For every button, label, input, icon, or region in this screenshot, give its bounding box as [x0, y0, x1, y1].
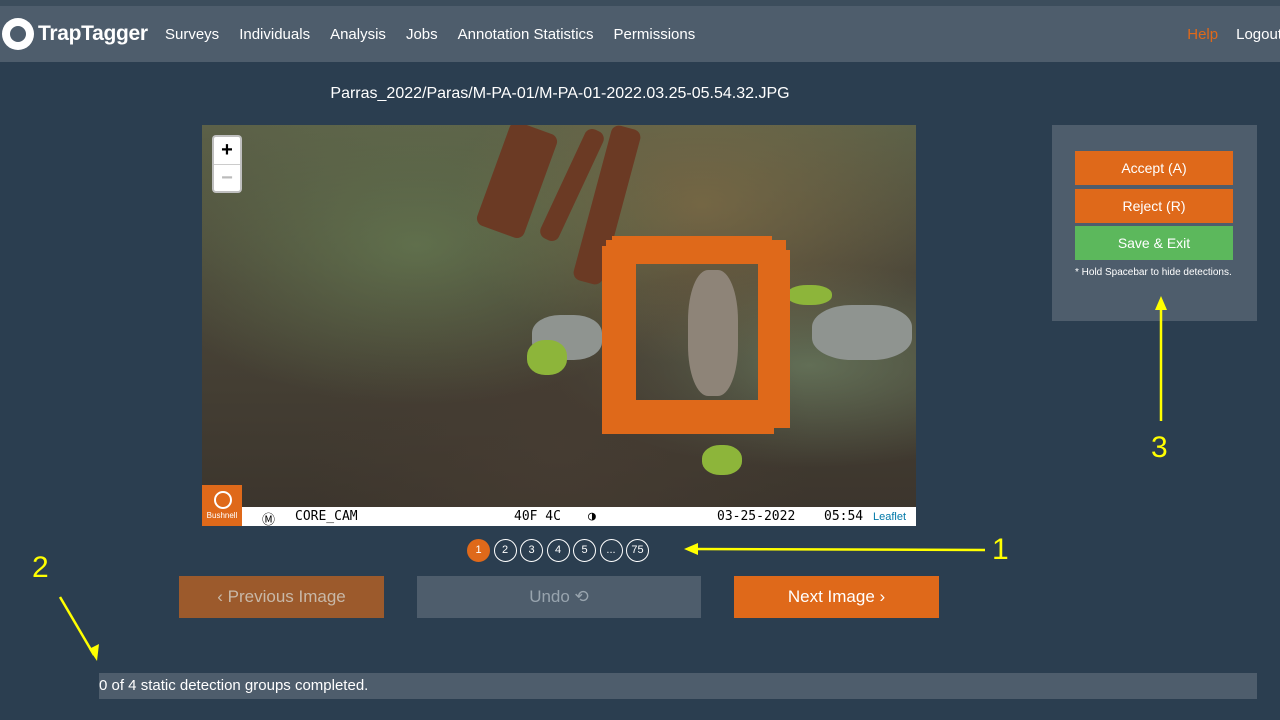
leaflet-attribution[interactable]: Leaflet	[873, 511, 906, 523]
nav-jobs[interactable]: Jobs	[406, 26, 438, 43]
pager-page[interactable]: 3	[520, 539, 543, 562]
bushnell-logo: Bushnell	[202, 485, 242, 526]
nav-links: Surveys Individuals Analysis Jobs Annota…	[165, 26, 715, 43]
brand-name: TrapTagger	[38, 22, 148, 45]
nav-annotation-statistics[interactable]: Annotation Statistics	[458, 26, 594, 43]
nav-help[interactable]: Help	[1187, 26, 1218, 43]
camera-name: CORE_CAM	[295, 509, 358, 524]
nav-right: Help Logout	[1169, 26, 1280, 43]
previous-image-button[interactable]: ‹ Previous Image	[179, 576, 384, 618]
save-exit-button[interactable]: Save & Exit	[1075, 226, 1233, 260]
nav-analysis[interactable]: Analysis	[330, 26, 386, 43]
arrowhead-1	[684, 543, 698, 555]
cluster-pager: 1 2 3 4 5 ... 75	[467, 539, 653, 562]
arrow-1	[689, 547, 986, 552]
pager-ellipsis[interactable]: ...	[599, 539, 623, 562]
zoom-in-button[interactable]: +	[214, 137, 240, 164]
detection-box[interactable]	[606, 240, 786, 414]
brand[interactable]: TrapTagger	[2, 18, 148, 50]
pager-page[interactable]: 75	[626, 539, 649, 562]
arrowhead-2	[89, 644, 99, 661]
action-panel: Accept (A) Reject (R) Save & Exit * Hold…	[1052, 125, 1257, 321]
camera-mode-icon: Ⓜ	[262, 513, 276, 528]
reject-button[interactable]: Reject (R)	[1075, 189, 1233, 223]
spacebar-hint: * Hold Spacebar to hide detections.	[1075, 267, 1232, 278]
moss	[787, 285, 832, 305]
image-viewer[interactable]	[202, 125, 916, 526]
callout-3: 3	[1151, 431, 1168, 464]
camera-temp: 40F 4C	[514, 509, 561, 524]
pager-page[interactable]: 1	[467, 539, 490, 562]
pager-page[interactable]: 5	[573, 539, 596, 562]
nav-individuals[interactable]: Individuals	[239, 26, 310, 43]
progress-status: 0 of 4 static detection groups completed…	[99, 673, 1257, 699]
image-title: Parras_2022/Paras/M-PA-01/M-PA-01-2022.0…	[330, 85, 790, 102]
pager-page[interactable]: 4	[546, 539, 570, 562]
nav-surveys[interactable]: Surveys	[165, 26, 219, 43]
camera-info-bar: Ⓜ CORE_CAM 40F 4C ◑ 03-25-2022 05:54	[202, 507, 916, 528]
moss	[527, 340, 567, 375]
pager-page[interactable]: 2	[493, 539, 517, 562]
moon-phase-icon: ◑	[588, 509, 596, 524]
undo-button[interactable]: Undo ⟲	[417, 576, 701, 618]
callout-1: 1	[992, 533, 1009, 566]
accept-button[interactable]: Accept (A)	[1075, 151, 1233, 185]
zoom-out-button[interactable]: −	[214, 164, 240, 191]
moss	[702, 445, 742, 475]
nav-permissions[interactable]: Permissions	[614, 26, 696, 43]
next-image-button[interactable]: Next Image ›	[734, 576, 939, 618]
nav-logout[interactable]: Logout	[1236, 26, 1280, 43]
camera-time: 05:54	[824, 509, 864, 524]
rock	[812, 305, 912, 360]
arrow-2	[58, 596, 96, 656]
navbar: TrapTagger Surveys Individuals Analysis …	[0, 0, 1280, 62]
camera-date: 03-25-2022	[717, 509, 796, 524]
traptagger-logo-icon	[2, 18, 34, 50]
zoom-control: + −	[212, 135, 242, 193]
callout-2: 2	[32, 551, 49, 584]
